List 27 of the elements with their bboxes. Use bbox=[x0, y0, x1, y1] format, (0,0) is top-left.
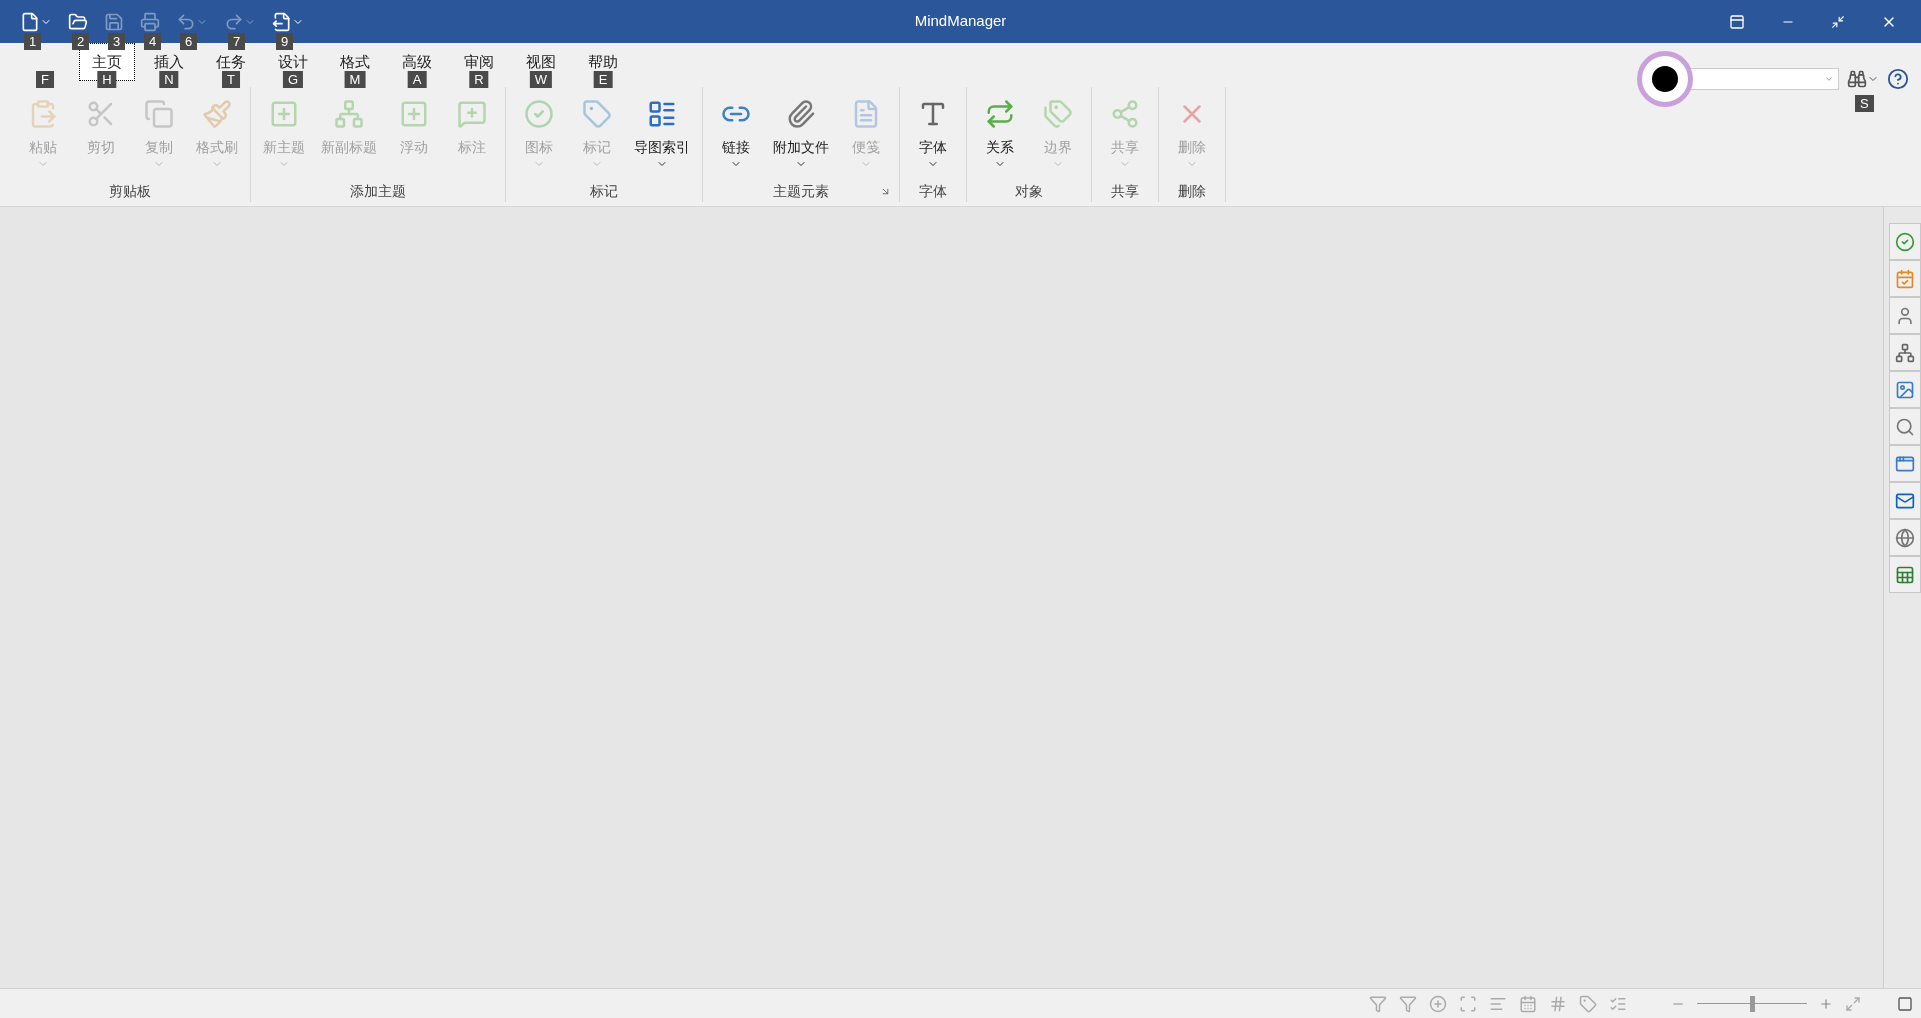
keytip-tooltip: G bbox=[282, 71, 304, 88]
keytip-tooltip: 7 bbox=[228, 32, 246, 50]
group-label: 删除 bbox=[1178, 181, 1206, 201]
keytip-tooltip: S bbox=[1855, 95, 1874, 112]
group-label: 剪贴板 bbox=[109, 181, 151, 201]
keytip-tooltip: W bbox=[529, 71, 553, 88]
group-label: 字体 bbox=[919, 181, 947, 201]
keytip-tooltip: T bbox=[222, 71, 240, 88]
window-title: MindManager bbox=[914, 11, 1007, 32]
keytip-tooltip: F bbox=[36, 71, 54, 88]
group-label: 标记 bbox=[590, 181, 618, 201]
keytip-tooltip: R bbox=[469, 71, 489, 88]
keytip-tooltip: H bbox=[97, 71, 117, 88]
keytip-tooltip: E bbox=[593, 71, 613, 88]
keytip-tooltip: M bbox=[344, 71, 366, 88]
keytip-tooltip: 4 bbox=[144, 32, 162, 50]
group-label: 主题元素 bbox=[773, 181, 829, 201]
keytip-tooltip: A bbox=[407, 71, 427, 88]
keytip-tooltip: 1 bbox=[24, 32, 42, 50]
keytip-tooltip: N bbox=[159, 71, 179, 88]
keytip-tooltip: 3 bbox=[108, 32, 126, 50]
group-label: 对象 bbox=[1015, 181, 1043, 201]
keytip-tooltip: 6 bbox=[180, 32, 198, 50]
group-label: 添加主题 bbox=[350, 181, 406, 201]
keytip-tooltip: 2 bbox=[72, 32, 90, 50]
group-label: 共享 bbox=[1111, 181, 1139, 201]
keytip-tooltip: 9 bbox=[276, 32, 294, 50]
